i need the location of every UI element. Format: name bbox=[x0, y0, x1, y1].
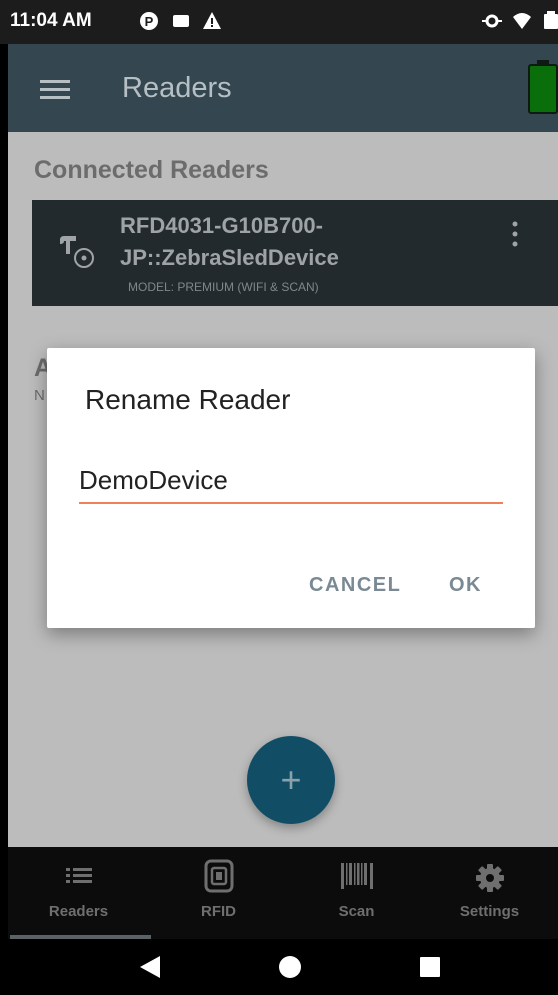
system-navigation-bar bbox=[8, 939, 558, 995]
reader-battery-icon[interactable] bbox=[528, 60, 558, 114]
rename-reader-dialog: Rename Reader CANCEL OK bbox=[47, 348, 535, 628]
add-reader-button[interactable]: + bbox=[247, 736, 335, 824]
rfid-tag-icon bbox=[204, 859, 233, 893]
plus-icon: + bbox=[280, 759, 302, 800]
notification-square-icon bbox=[173, 15, 189, 27]
home-icon[interactable] bbox=[276, 953, 304, 981]
wifi-icon bbox=[513, 13, 531, 29]
reader-model: MODEL: PREMIUM (WIFI & SCAN) bbox=[128, 280, 319, 294]
reader-name-input[interactable] bbox=[79, 458, 503, 504]
recents-icon[interactable] bbox=[416, 953, 444, 981]
more-vertical-icon[interactable] bbox=[510, 220, 520, 248]
connected-readers-label: Connected Readers bbox=[34, 156, 269, 184]
app-bar: Readers bbox=[8, 44, 558, 132]
warning-icon bbox=[203, 12, 221, 29]
svg-text:P: P bbox=[145, 14, 154, 29]
dialog-title: Rename Reader bbox=[85, 384, 291, 415]
rfid-reader-icon bbox=[60, 236, 94, 268]
reader-name: RFD4031-G10B700-JP::ZebraSledDevice bbox=[120, 213, 339, 270]
back-icon[interactable] bbox=[136, 953, 164, 981]
hamburger-menu-icon[interactable] bbox=[40, 80, 70, 100]
list-icon bbox=[65, 868, 92, 883]
sync-icon bbox=[482, 14, 502, 28]
page-title: Readers bbox=[122, 72, 232, 104]
cancel-button[interactable]: CANCEL bbox=[309, 574, 401, 597]
nav-item-scan[interactable]: Scan bbox=[288, 847, 425, 939]
connected-reader-card[interactable]: RFD4031-G10B700-JP::ZebraSledDevice MODE… bbox=[32, 200, 558, 306]
barcode-icon bbox=[340, 863, 373, 889]
gear-icon bbox=[475, 864, 504, 892]
nav-label-settings: Settings bbox=[459, 903, 520, 920]
notification-p-icon: P bbox=[140, 12, 158, 30]
nav-item-settings[interactable]: Settings bbox=[421, 847, 558, 939]
battery-status-icon bbox=[544, 11, 558, 29]
status-time: 11:04 AM bbox=[10, 10, 92, 31]
nav-label-readers: Readers bbox=[48, 903, 109, 920]
bottom-navigation: Readers RFID Scan Settings bbox=[8, 847, 558, 939]
status-bar: 11:04 AM P bbox=[0, 0, 558, 44]
nav-item-rfid[interactable]: RFID bbox=[150, 847, 287, 939]
nav-label-scan: Scan bbox=[338, 903, 375, 920]
nav-label-rfid: RFID bbox=[201, 903, 236, 920]
nav-item-readers[interactable]: Readers bbox=[10, 847, 151, 939]
ok-button[interactable]: OK bbox=[449, 574, 482, 597]
